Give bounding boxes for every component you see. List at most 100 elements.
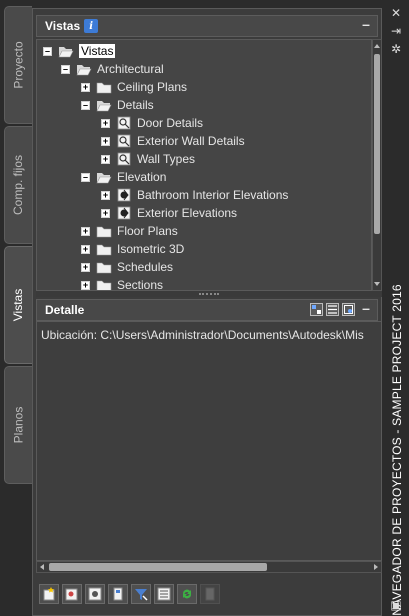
tree-label-exterior-wall-details[interactable]: Exterior Wall Details	[137, 134, 245, 148]
tree-label-elevation[interactable]: Elevation	[117, 170, 166, 184]
collapse-toggle[interactable]: –	[81, 172, 90, 182]
tree-row-details[interactable]: – Details	[81, 96, 154, 114]
tree-row-exterior-elevations[interactable]: + Exterior Elevations	[101, 204, 237, 222]
tab-planos[interactable]: Planos	[4, 366, 32, 484]
vistas-title: Vistas	[45, 19, 81, 33]
settings-icon[interactable]: ✲	[389, 42, 403, 56]
elevation-view-icon	[116, 188, 132, 202]
collapse-toggle[interactable]: –	[61, 64, 70, 74]
open-folder-icon	[96, 170, 112, 184]
bottom-toolbar	[36, 579, 382, 609]
tree-vertical-scrollbar[interactable]	[372, 39, 382, 291]
tree-label-isometric-3d[interactable]: Isometric 3D	[117, 242, 184, 256]
tree-label-floor-plans[interactable]: Floor Plans	[117, 224, 178, 238]
side-tabs: Proyecto Comp. fijos Vistas Planos	[0, 0, 32, 616]
collapse-toggle[interactable]: –	[43, 46, 52, 56]
tree-row-wall-types[interactable]: + Wall Types	[101, 150, 195, 168]
tree-label-ceiling-plans[interactable]: Ceiling Plans	[117, 80, 187, 94]
scroll-right-arrow-icon[interactable]	[374, 564, 378, 570]
close-icon[interactable]: ✕	[389, 6, 403, 20]
vistas-header: Vistas i –	[36, 15, 378, 37]
expand-toggle[interactable]: +	[81, 262, 90, 272]
open-folder-icon	[96, 98, 112, 112]
location-path: Ubicación: C:\Users\Administrador\Docume…	[41, 328, 364, 342]
refresh-icon[interactable]	[177, 584, 197, 604]
palette-title: NAVEGADOR DE PROYECTOS - SAMPLE PROJECT …	[384, 284, 409, 616]
tree-label-details[interactable]: Details	[117, 98, 154, 112]
tree-label-wall-types[interactable]: Wall Types	[137, 152, 195, 166]
detail-view-icon	[116, 134, 132, 148]
tab-comp-fijos-label: Comp. fijos	[11, 154, 26, 216]
expand-toggle[interactable]: +	[101, 154, 110, 164]
tree-row-door-details[interactable]: + Door Details	[101, 114, 203, 132]
tree-row-architectural[interactable]: – Architectural	[61, 60, 164, 78]
new-view-icon[interactable]	[39, 584, 59, 604]
scroll-thumb[interactable]	[49, 563, 267, 571]
elevation-view-icon	[116, 206, 132, 220]
panel-splitter[interactable]	[36, 291, 382, 297]
tab-vistas[interactable]: Vistas	[4, 246, 32, 364]
tree-row-isometric-3d[interactable]: + Isometric 3D	[81, 240, 184, 258]
tree-label-root[interactable]: Vistas	[79, 44, 116, 58]
open-folder-icon	[76, 62, 92, 76]
scroll-thumb[interactable]	[374, 54, 380, 234]
tree-row-floor-plans[interactable]: + Floor Plans	[81, 222, 178, 240]
expand-toggle[interactable]: +	[81, 280, 90, 290]
vistas-minimize-button[interactable]: –	[359, 17, 373, 32]
tree-label-door-details[interactable]: Door Details	[137, 116, 203, 130]
detalle-minimize-button[interactable]: –	[359, 301, 373, 316]
expand-toggle[interactable]: +	[101, 136, 110, 146]
detalle-header: Detalle –	[36, 299, 378, 321]
tree-label-architectural[interactable]: Architectural	[97, 62, 164, 76]
views-tree: – Vistas – Architectural + Ceiling Plans…	[36, 39, 372, 291]
thumbnail-view-icon[interactable]	[342, 303, 355, 316]
tree-row-schedules[interactable]: + Schedules	[81, 258, 173, 276]
tree-row-vistas[interactable]: – Vistas	[43, 42, 116, 60]
expand-toggle[interactable]: +	[81, 244, 90, 254]
details-horizontal-scrollbar[interactable]	[36, 561, 382, 573]
new-sheet-icon[interactable]	[62, 584, 82, 604]
tree-row-exterior-wall-details[interactable]: + Exterior Wall Details	[101, 132, 245, 150]
tree-label-bathroom-interior-elevations[interactable]: Bathroom Interior Elevations	[137, 188, 288, 202]
detail-view-icon	[116, 152, 132, 166]
splitter-grip-icon	[199, 293, 219, 295]
project-browser-panel: Vistas i – – Vistas – Architectural + Ce…	[32, 8, 382, 616]
duplicate-view-icon[interactable]	[108, 584, 128, 604]
detalle-title: Detalle	[45, 303, 85, 317]
details-panel: Ubicación: C:\Users\Administrador\Docume…	[36, 321, 382, 561]
folder-icon	[96, 242, 112, 256]
delete-view-icon[interactable]	[200, 584, 220, 604]
filter-view-icon[interactable]	[131, 584, 151, 604]
collapse-toggle[interactable]: –	[81, 100, 90, 110]
folder-icon	[96, 278, 112, 290]
tab-vistas-label: Vistas	[11, 288, 26, 322]
list-view-icon[interactable]	[326, 303, 339, 316]
scroll-left-arrow-icon[interactable]	[40, 564, 44, 570]
scroll-up-arrow-icon[interactable]	[374, 44, 380, 48]
tab-comp-fijos[interactable]: Comp. fijos	[4, 126, 32, 244]
expand-toggle[interactable]: +	[101, 190, 110, 200]
palette-menu-icon[interactable]: ▣	[389, 598, 403, 612]
expand-toggle[interactable]: +	[81, 226, 90, 236]
info-icon[interactable]: i	[84, 19, 99, 33]
properties-icon[interactable]	[154, 584, 174, 604]
detail-view-icon	[116, 116, 132, 130]
folder-icon	[96, 224, 112, 238]
pin-icon[interactable]: ⇥	[389, 24, 403, 38]
tree-row-sections[interactable]: + Sections	[81, 276, 163, 290]
categorized-view-icon[interactable]	[310, 303, 323, 316]
tree-row-ceiling-plans[interactable]: + Ceiling Plans	[81, 78, 187, 96]
expand-toggle[interactable]: +	[101, 208, 110, 218]
tree-row-bathroom-interior-elevations[interactable]: + Bathroom Interior Elevations	[101, 186, 288, 204]
expand-toggle[interactable]: +	[101, 118, 110, 128]
tree-label-schedules[interactable]: Schedules	[117, 260, 173, 274]
tree-label-exterior-elevations[interactable]: Exterior Elevations	[137, 206, 237, 220]
scroll-down-arrow-icon[interactable]	[374, 282, 380, 286]
folder-icon	[96, 80, 112, 94]
expand-toggle[interactable]: +	[81, 82, 90, 92]
open-view-icon[interactable]	[85, 584, 105, 604]
tab-proyecto[interactable]: Proyecto	[4, 6, 32, 124]
tree-label-sections[interactable]: Sections	[117, 278, 163, 290]
palette-title-text: NAVEGADOR DE PROYECTOS - SAMPLE PROJECT …	[389, 284, 404, 616]
tree-row-elevation[interactable]: – Elevation	[81, 168, 166, 186]
